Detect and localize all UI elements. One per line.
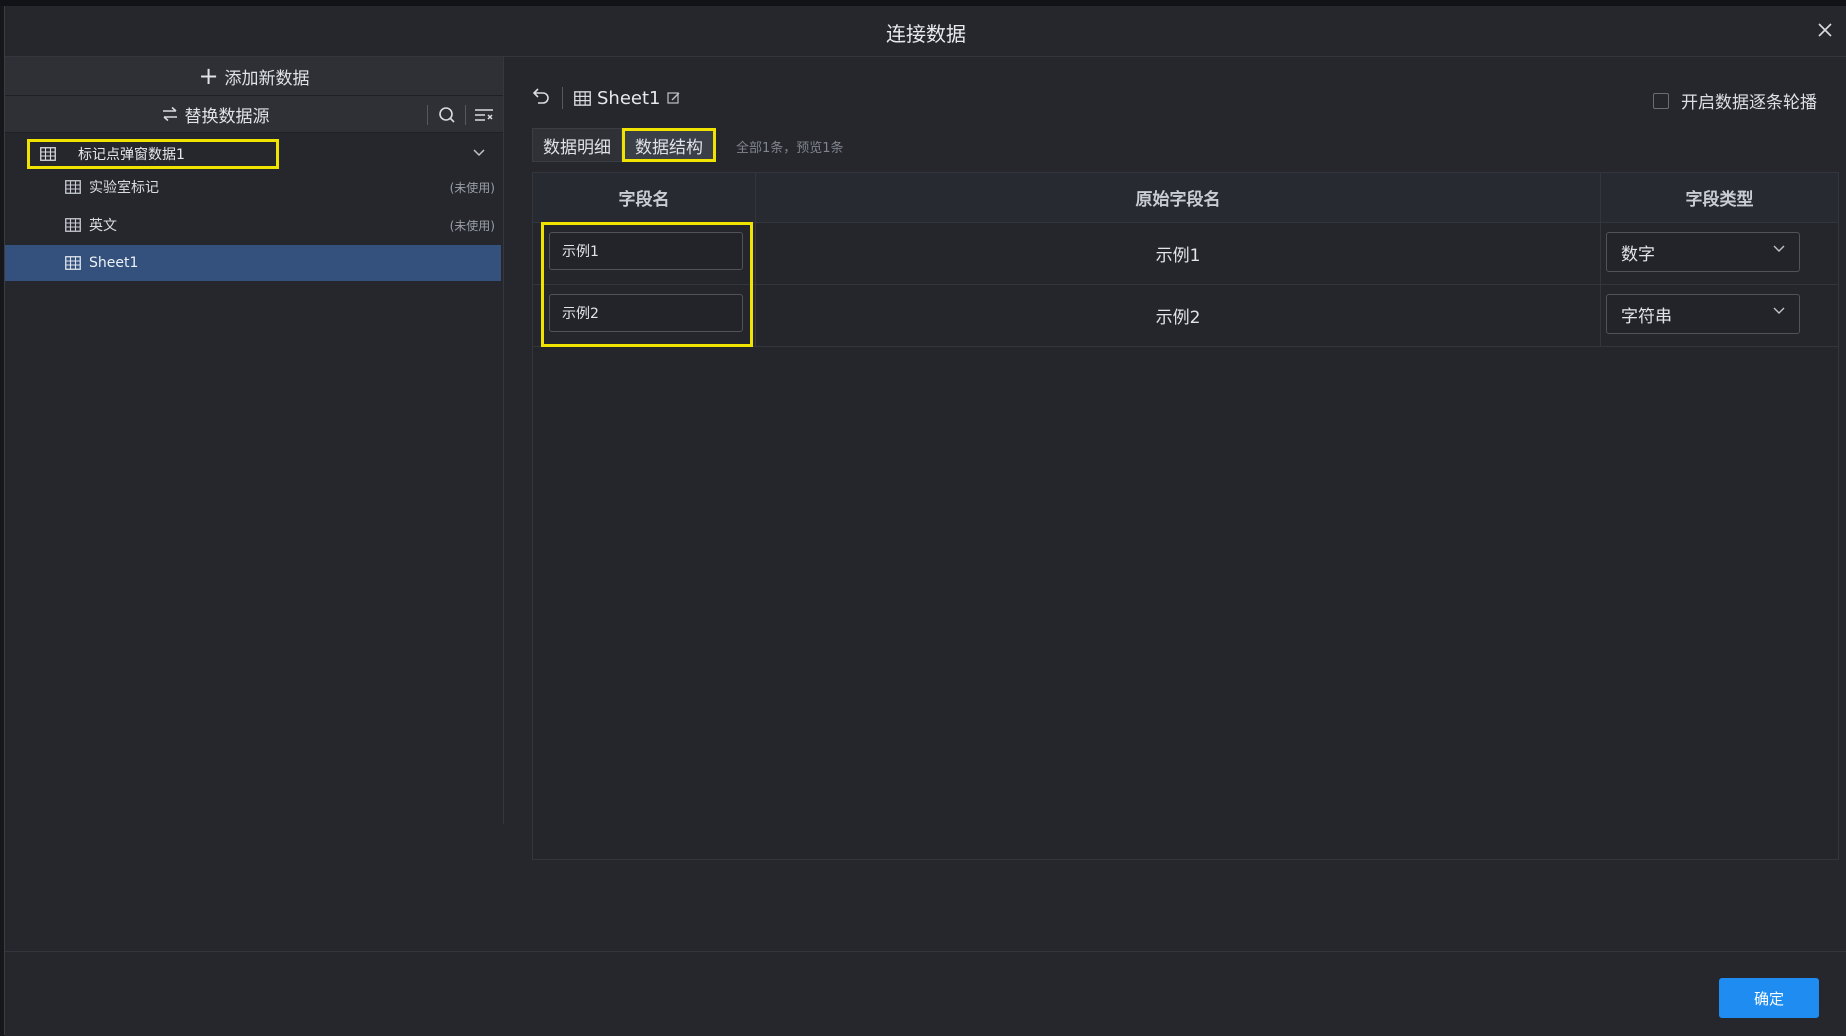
- field-name-input[interactable]: [549, 232, 743, 270]
- table-icon: [40, 147, 56, 161]
- carousel-toggle: 开启数据逐条轮播: [1653, 88, 1817, 113]
- carousel-checkbox[interactable]: [1653, 92, 1669, 109]
- sidebar-item-sheet[interactable]: 英文 (未使用): [5, 207, 501, 243]
- sidebar-item-label: 英文: [89, 218, 117, 234]
- field-structure-table: 字段名 原始字段名 字段类型 示例1 数字 示例2: [532, 172, 1839, 860]
- table-row: 示例1 数字: [533, 223, 1838, 285]
- search-icon: [439, 107, 455, 123]
- edit-icon: [666, 92, 679, 104]
- replace-data-source-button[interactable]: 替换数据源: [5, 96, 425, 132]
- close-button[interactable]: [1811, 16, 1839, 44]
- carousel-label: 开启数据逐条轮播: [1681, 93, 1817, 113]
- field-type-select[interactable]: 字符串: [1606, 294, 1800, 334]
- row-count-info: 全部1条，预览1条: [736, 141, 844, 156]
- header-field-name: 字段名: [618, 190, 670, 210]
- plus-icon: +: [198, 62, 219, 90]
- tab-data-structure[interactable]: 数据结构: [622, 128, 716, 162]
- replace-data-source-label: 替换数据源: [184, 106, 270, 127]
- sheet-title: Sheet1: [574, 87, 681, 109]
- field-type-value: 字符串: [1621, 306, 1672, 327]
- original-field-name: 示例2: [1155, 308, 1201, 328]
- table-icon: [574, 90, 591, 106]
- chevron-down-icon[interactable]: [473, 149, 485, 157]
- field-type-select[interactable]: 数字: [1606, 232, 1800, 272]
- field-type-value: 数字: [1621, 244, 1655, 265]
- search-button[interactable]: [434, 102, 460, 128]
- dialog-titlebar: 连接数据: [5, 6, 1846, 57]
- toolbar-divider: [465, 105, 466, 125]
- replace-source-row: 替换数据源: [5, 96, 503, 133]
- header-original-name: 原始字段名: [1135, 190, 1221, 210]
- main-panel: Sheet1 开启数据逐条轮播 数据明细 数据结构 全部1条，预览1条 字段名 …: [504, 57, 1846, 860]
- unused-tag: (未使用): [449, 218, 495, 233]
- confirm-button[interactable]: 确定: [1719, 978, 1819, 1018]
- dialog-footer: 确定: [5, 951, 1846, 1036]
- sidebar-item-label: 实验室标记: [89, 180, 159, 196]
- connect-data-dialog: 连接数据 + 添加新数据 替换数据源 标记点弹窗数据1 实验室标记 (未使用) …: [4, 6, 1846, 1036]
- unused-tag: (未使用): [449, 180, 495, 195]
- add-new-data-label: 添加新数据: [224, 68, 310, 89]
- close-icon: [1818, 23, 1832, 37]
- sidebar-item-sheet-active[interactable]: Sheet1: [5, 245, 501, 281]
- table-row: 示例2 字符串: [533, 285, 1838, 347]
- swap-icon: [162, 106, 177, 122]
- back-icon[interactable]: [532, 87, 550, 105]
- sidebar-item-sheet[interactable]: 实验室标记 (未使用): [5, 169, 501, 205]
- data-group-item[interactable]: 标记点弹窗数据1: [27, 139, 279, 169]
- view-tabs: 数据明细 数据结构: [532, 128, 716, 162]
- chevron-down-icon: [1773, 307, 1785, 314]
- toolbar-divider: [427, 105, 428, 125]
- table-icon: [65, 218, 81, 232]
- original-field-name: 示例1: [1155, 246, 1201, 266]
- table-icon: [65, 256, 81, 270]
- table-icon: [65, 180, 81, 194]
- header-field-type: 字段类型: [1685, 190, 1754, 210]
- rename-button[interactable]: [666, 91, 681, 105]
- add-new-data-button[interactable]: + 添加新数据: [5, 57, 503, 96]
- data-group-label: 标记点弹窗数据1: [78, 147, 185, 163]
- data-source-sidebar: + 添加新数据 替换数据源 标记点弹窗数据1 实验室标记 (未使用) 英文 (未…: [5, 57, 504, 824]
- dialog-title: 连接数据: [886, 22, 966, 46]
- tab-data-detail[interactable]: 数据明细: [532, 128, 622, 162]
- title-divider: [562, 87, 563, 109]
- table-header: 字段名 原始字段名 字段类型: [533, 173, 1838, 223]
- sheet-name: Sheet1: [597, 87, 661, 109]
- sort-filter-button[interactable]: [471, 102, 497, 128]
- field-name-input[interactable]: [549, 294, 743, 332]
- sidebar-item-label: Sheet1: [89, 255, 139, 271]
- list-filter-icon: [475, 109, 493, 121]
- chevron-down-icon: [1773, 245, 1785, 252]
